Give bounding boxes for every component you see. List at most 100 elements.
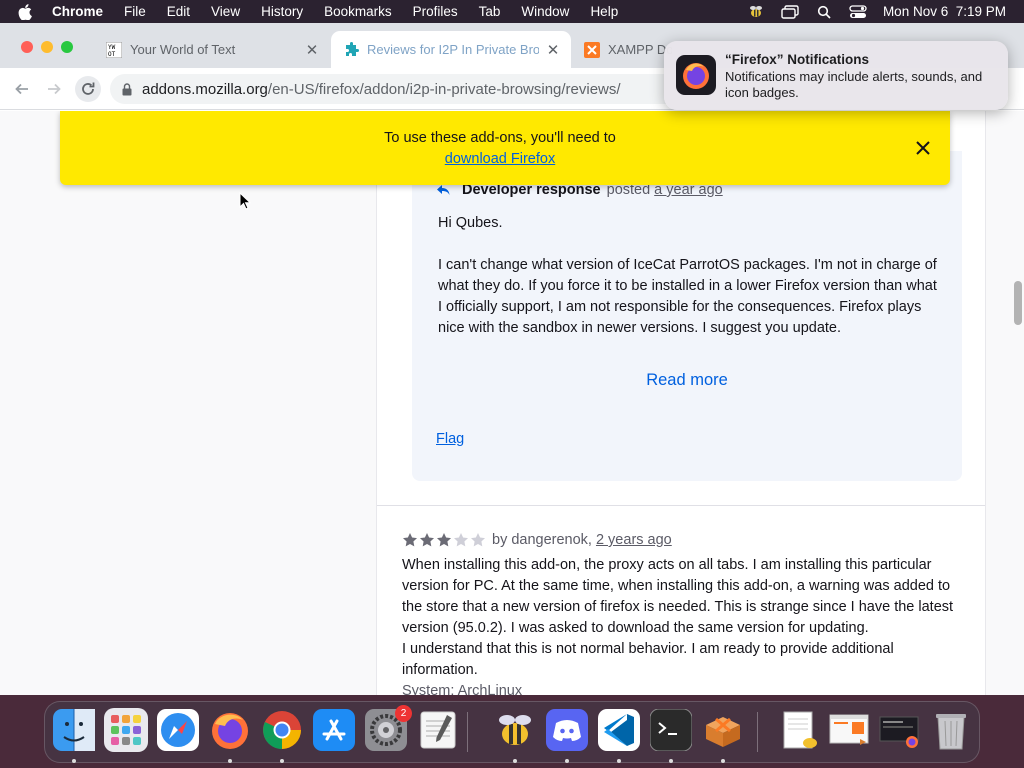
flag-link[interactable]: Flag <box>436 431 464 447</box>
chrome-running-dot <box>280 759 284 763</box>
review-system-info: System: ArchLinux <box>402 683 523 695</box>
svg-text:OT: OT <box>108 51 116 58</box>
settings-badge: 2 <box>395 705 412 722</box>
mouse-cursor-icon <box>239 191 252 215</box>
finder-icon[interactable] <box>52 708 96 752</box>
ywot-favicon-icon: YW OT <box>106 41 122 58</box>
review-body: When installing this add-on, the proxy a… <box>402 557 954 636</box>
url-host: addons.mozilla.org <box>142 80 268 98</box>
screen-mirroring-icon[interactable] <box>781 4 799 19</box>
notification-title: “Firefox” Notifications <box>725 52 870 67</box>
read-more-button[interactable]: Read more <box>412 371 962 390</box>
control-center-icon[interactable] <box>849 4 867 19</box>
tab-title: Reviews for I2P In Private Brow <box>367 42 539 57</box>
system-settings-icon[interactable]: 2 <box>364 705 412 752</box>
review-meta: by dangerenok, 2 years ago <box>402 532 962 548</box>
lock-icon[interactable] <box>122 82 132 96</box>
star-filled-icon <box>403 533 417 547</box>
firefox-window-thumbnail-icon[interactable] <box>877 708 921 752</box>
menu-help[interactable]: Help <box>590 4 618 19</box>
textedit-icon[interactable] <box>416 708 460 752</box>
tab-reviews-i2p[interactable]: Reviews for I2P In Private Brow ✕ <box>331 31 571 68</box>
dock-separator <box>467 712 468 752</box>
terminal-running-dot <box>669 759 673 763</box>
firefox-icon[interactable] <box>208 708 252 752</box>
vscode-icon[interactable] <box>597 708 641 752</box>
window-zoom-button[interactable] <box>61 41 73 53</box>
developer-response-body: I can't change what version of IceCat Pa… <box>438 257 937 336</box>
xampp-app-icon[interactable] <box>701 708 745 752</box>
download-firefox-banner: To use these add-ons, you'll need to dow… <box>60 111 950 185</box>
menu-window[interactable]: Window <box>521 4 569 19</box>
chrome-icon[interactable] <box>260 708 304 752</box>
discord-icon[interactable] <box>545 708 589 752</box>
tab-your-world-of-text[interactable]: YW OT Your World of Text ✕ <box>94 31 330 68</box>
notification-body: Notifications may include alerts, sounds… <box>725 69 983 100</box>
menu-view[interactable]: View <box>211 4 240 19</box>
terminal-icon[interactable] <box>649 708 693 752</box>
tab-close-icon[interactable]: ✕ <box>545 41 561 59</box>
window-minimize-button[interactable] <box>41 41 53 53</box>
reply-arrow-icon <box>436 184 450 196</box>
star-filled-icon <box>420 533 434 547</box>
back-arrow-icon[interactable] <box>11 78 33 100</box>
forward-arrow-icon[interactable] <box>43 78 65 100</box>
xampp-favicon-icon <box>584 41 600 58</box>
vscode-running-dot <box>617 759 621 763</box>
review-date-link[interactable]: 2 years ago <box>596 532 672 548</box>
tab-title: Your World of Text <box>130 42 236 57</box>
page-content: Developer response posted a year ago Hi … <box>0 111 1024 695</box>
macos-dock: 2 <box>44 701 980 763</box>
xampp-running-dot <box>721 759 725 763</box>
xampp-window-thumbnail-icon[interactable] <box>827 708 871 752</box>
tab-title: XAMPP Do <box>608 42 672 57</box>
discord-running-dot <box>565 759 569 763</box>
download-firefox-link[interactable]: download Firefox <box>445 151 555 167</box>
bee-status-icon[interactable] <box>747 5 765 19</box>
reviews-column: Developer response posted a year ago Hi … <box>376 111 986 695</box>
review-item: by dangerenok, 2 years ago When installi… <box>402 532 962 695</box>
developer-response-card: Developer response posted a year ago Hi … <box>412 151 962 481</box>
chrome-window: YW OT Your World of Text ✕ Reviews for I2… <box>0 23 1024 695</box>
tab-close-icon[interactable]: ✕ <box>304 41 320 59</box>
firefox-app-icon <box>676 55 716 95</box>
star-empty-icon <box>471 533 485 547</box>
menu-bookmarks[interactable]: Bookmarks <box>324 4 392 19</box>
safari-icon[interactable] <box>156 708 200 752</box>
macos-menu-bar: Chrome File Edit View History Bookmarks … <box>0 0 1024 23</box>
app-store-icon[interactable] <box>312 708 356 752</box>
addons-puzzle-favicon-icon <box>343 41 359 58</box>
star-empty-icon <box>454 533 468 547</box>
window-close-button[interactable] <box>21 41 33 53</box>
developer-response-greeting: Hi Qubes. <box>438 215 503 231</box>
reload-icon[interactable] <box>75 76 101 102</box>
bee-app-icon[interactable] <box>493 708 537 752</box>
menu-edit[interactable]: Edit <box>167 4 190 19</box>
menu-app-name[interactable]: Chrome <box>52 4 103 19</box>
page-scrollbar[interactable] <box>1014 281 1022 325</box>
banner-text: To use these add-ons, you'll need to dow… <box>60 128 940 170</box>
finder-running-dot <box>72 759 76 763</box>
spotlight-search-icon[interactable] <box>815 5 833 19</box>
menu-history[interactable]: History <box>261 4 303 19</box>
review-body-continued: I understand that this is not normal beh… <box>402 641 894 678</box>
menu-profiles[interactable]: Profiles <box>413 4 458 19</box>
star-filled-icon <box>437 533 451 547</box>
firefox-running-dot <box>228 759 232 763</box>
review-author: by dangerenok, <box>492 532 592 548</box>
menu-tab[interactable]: Tab <box>479 4 501 19</box>
star-rating <box>402 532 486 548</box>
menu-file[interactable]: File <box>124 4 146 19</box>
url-path: /en-US/firefox/addon/i2p-in-private-brow… <box>267 80 621 98</box>
document-thumbnail-icon[interactable] <box>777 708 821 752</box>
bee-running-dot <box>513 759 517 763</box>
trash-icon[interactable] <box>929 708 973 752</box>
firefox-notification-toast[interactable]: “Firefox” Notifications Notifications ma… <box>664 41 1008 110</box>
menu-bar-clock[interactable]: Mon Nov 6 7:19 PM <box>883 4 1006 19</box>
launchpad-icon[interactable] <box>104 708 148 752</box>
banner-message: To use these add-ons, you'll need to <box>384 130 616 146</box>
apple-menu-icon[interactable] <box>18 3 38 20</box>
review-divider <box>377 505 985 506</box>
banner-close-icon[interactable] <box>914 139 932 157</box>
dock-separator <box>757 712 758 752</box>
